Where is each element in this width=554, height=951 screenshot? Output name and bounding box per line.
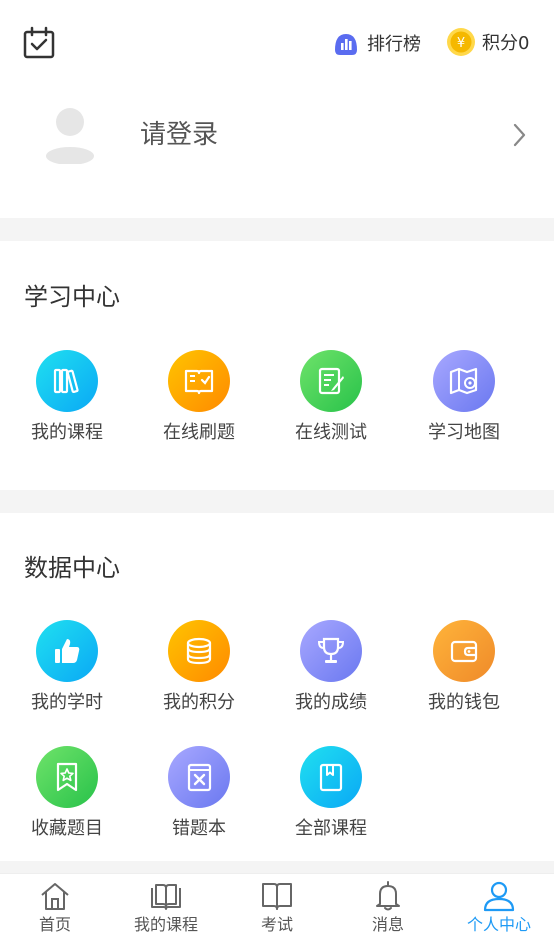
open-book-icon: [151, 884, 181, 910]
chevron-right-icon: [513, 123, 526, 147]
my-study-hours-button[interactable]: 我的学时: [7, 620, 127, 715]
study-map-label: 学习地图: [428, 422, 500, 443]
top-bar: 排行榜 ¥ 积分0: [0, 0, 554, 84]
my-grades-label: 我的成绩: [295, 692, 367, 713]
my-grades-button[interactable]: 我的成绩: [271, 620, 391, 715]
online-test-label: 在线测试: [295, 422, 367, 443]
bottom-tab-bar: 首页 我的课程 考试 消息 个人中心: [0, 873, 554, 951]
tab-messages-label: 消息: [371, 915, 404, 934]
study-center-card: 学习中心 我的课程 在线刷题 在线测试 学习地图: [0, 241, 554, 490]
wrong-questions-book-button[interactable]: 错题本: [139, 746, 259, 841]
tab-home-label: 首页: [38, 915, 71, 934]
tab-personal-center-label: 个人中心: [466, 915, 531, 934]
bookmark-star-icon: [56, 762, 78, 792]
tab-my-courses-label: 我的课程: [133, 915, 198, 934]
data-center-title: 数据中心: [24, 554, 120, 582]
online-practice-button[interactable]: 在线刷题: [139, 350, 259, 445]
study-center-title: 学习中心: [24, 283, 120, 311]
online-test-button[interactable]: 在线测试: [271, 350, 391, 445]
trophy-icon: [317, 637, 345, 663]
ranking-button[interactable]: 排行榜: [331, 28, 421, 58]
data-center-card: 数据中心 我的学时 我的积分 我的成绩 我的钱包 收藏题目 错题本 全部课程: [0, 513, 554, 861]
tab-my-courses[interactable]: 我的课程: [111, 880, 221, 935]
user-icon: [483, 881, 515, 912]
edit-document-icon: [318, 367, 344, 395]
book-bookmark-icon: [319, 763, 343, 792]
my-courses-label: 我的课程: [31, 422, 103, 443]
wrong-questions-book-label: 错题本: [172, 818, 226, 839]
my-wallet-button[interactable]: 我的钱包: [404, 620, 524, 715]
my-courses-button[interactable]: 我的课程: [7, 350, 127, 445]
map-pin-icon: [449, 367, 478, 395]
points-label: 积分0: [482, 33, 530, 54]
default-avatar-icon: [46, 108, 94, 164]
online-practice-label: 在线刷题: [163, 422, 235, 443]
open-book-check-icon: [184, 369, 214, 395]
favorite-questions-label: 收藏题目: [31, 818, 103, 839]
coin-stack-icon: [186, 637, 212, 665]
coin-icon: ¥: [447, 28, 475, 56]
wallet-icon: [450, 640, 478, 663]
book-icon: [262, 883, 292, 910]
wrong-book-icon: [187, 763, 212, 792]
books-icon: [53, 368, 79, 394]
login-label: 请登录: [140, 120, 219, 150]
all-courses-label: 全部课程: [295, 818, 367, 839]
calendar-check-icon[interactable]: [22, 26, 56, 60]
points-button[interactable]: ¥ 积分0: [446, 27, 529, 57]
my-study-hours-label: 我的学时: [31, 692, 103, 713]
ranking-label: 排行榜: [367, 34, 421, 55]
my-points-button[interactable]: 我的积分: [139, 620, 259, 715]
ranking-icon: [335, 34, 357, 55]
favorite-questions-button[interactable]: 收藏题目: [7, 746, 127, 841]
bell-icon: [376, 881, 400, 911]
tab-exam-label: 考试: [260, 915, 293, 934]
all-courses-button[interactable]: 全部课程: [271, 746, 391, 841]
study-map-button[interactable]: 学习地图: [404, 350, 524, 445]
svg-text:¥: ¥: [457, 36, 465, 51]
tab-personal-center[interactable]: 个人中心: [444, 880, 554, 935]
thumbs-up-icon: [55, 639, 80, 663]
my-wallet-label: 我的钱包: [428, 692, 500, 713]
tab-messages[interactable]: 消息: [333, 880, 443, 935]
tab-exam[interactable]: 考试: [222, 880, 332, 935]
my-points-label: 我的积分: [163, 692, 235, 713]
login-row[interactable]: 请登录: [0, 84, 554, 218]
tab-home[interactable]: 首页: [0, 880, 110, 935]
home-icon: [41, 883, 69, 910]
